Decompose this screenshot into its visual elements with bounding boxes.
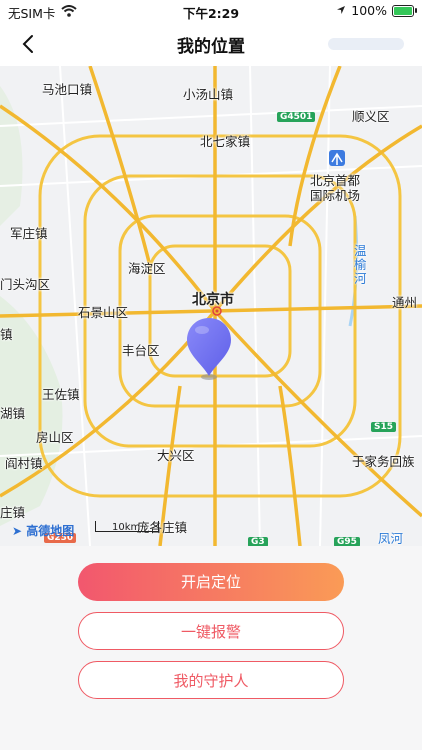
map-logo-text: 高德地图 [26,524,75,538]
road-shield: G4501 [277,112,316,122]
map-label: 马池口镇 [42,82,93,97]
map-label: 阎村镇 [5,456,43,471]
amap-arrow-icon: ➤ [12,524,23,538]
one-key-alarm-button[interactable]: 一键报警 [78,612,344,650]
road-shield: G95 [334,537,360,546]
road-shield: G3 [248,537,268,546]
map-label: 军庄镇 [10,226,48,241]
status-bar: 无SIM卡 下午2:29 100% [0,0,422,22]
map-label: 河 [354,271,367,286]
map-label: 于家务回族 [352,454,415,469]
map-label: 大兴区 [157,448,195,463]
map-label-capital: 北京市 [192,292,234,308]
battery-icon [392,4,417,17]
my-guardian-button[interactable]: 我的守护人 [78,661,344,699]
map-label: 镇 [0,327,13,342]
map-label: 丰台区 [122,343,160,358]
status-right: 100% [336,3,417,18]
map-label: 房山区 [36,430,74,445]
map-label: 庄镇 [0,505,26,520]
nav-bar: 我的位置 [0,22,422,66]
location-pin-icon [184,316,234,382]
map-label: 海淀区 [128,261,166,276]
map-label: 国际机场 [310,188,361,203]
amap-logo: ➤ 高德地图 [12,522,74,539]
nav-right-placeholder [328,38,404,50]
location-arrow-icon [336,3,346,18]
map-label: 凤河 [378,531,404,546]
map-label: 门头沟区 [0,277,51,292]
map-label: 小汤山镇 [183,87,234,102]
map-label: 顺义区 [352,109,390,124]
map-view[interactable]: 马池口镇 小汤山镇 顺义区 北七家镇 北京首都 国际机场 军庄镇 温 榆 河 海… [0,66,422,546]
map-label: 通州 [392,295,418,310]
start-location-button[interactable]: 开启定位 [78,563,344,601]
map-label: 王佐镇 [42,387,80,402]
road-shield: S15 [371,422,397,432]
battery-percent: 100% [351,3,387,18]
map-label: 石景山区 [78,305,129,320]
map-label: 北七家镇 [200,134,251,149]
map-scale-label: 10km [112,522,141,533]
map-label: 湖镇 [0,406,26,421]
